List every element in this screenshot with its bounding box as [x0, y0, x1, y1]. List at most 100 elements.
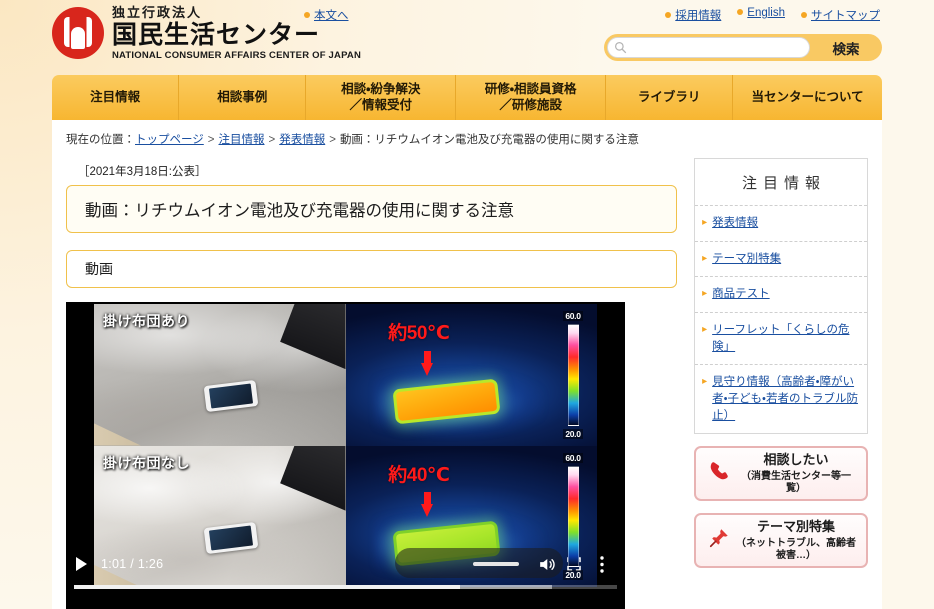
- sidebar-item-leaflet[interactable]: ▸ リーフレット「くらしの危険」: [695, 312, 867, 364]
- video-progress-bar[interactable]: [74, 585, 617, 589]
- nav-item-cases[interactable]: 相談事例: [179, 75, 307, 120]
- skip-to-content-link[interactable]: 本文へ: [304, 7, 349, 23]
- video-panel-caption-with-duvet: 掛け布団あり: [103, 313, 190, 329]
- breadcrumb-prefix: 現在の位置：: [66, 134, 135, 146]
- breadcrumb-item-announcements[interactable]: 発表情報: [279, 134, 325, 146]
- sidebar-item-announcements[interactable]: ▸ 発表情報: [695, 205, 867, 241]
- breadcrumb-item-top[interactable]: トップページ: [135, 134, 204, 146]
- video-time-display: 1:01 / 1:26: [101, 557, 164, 571]
- util-link-english[interactable]: English: [737, 7, 785, 23]
- thermal-scale-gradient: [567, 324, 579, 426]
- sidebar-item-product-tests-label[interactable]: 商品テスト: [712, 286, 770, 303]
- video-progress-played: [74, 585, 460, 589]
- nav-item-library[interactable]: ライブラリ: [606, 75, 734, 120]
- banner-themes-title: テーマ別特集: [757, 519, 836, 535]
- main-column: ［2021年3月18日:公表］ 動画：リチウムイオン電池及び充電器の使用に関する…: [66, 158, 678, 609]
- floor-area: [94, 423, 141, 446]
- chevron-right-icon: ▸: [702, 288, 708, 300]
- nav-item-about[interactable]: 当センターについて: [733, 75, 882, 120]
- thermal-temperature-label-50c: 約50℃: [388, 323, 450, 345]
- page-root: 独立行政法人 国民生活センター NATIONAL CONSUMER AFFAIR…: [0, 0, 934, 609]
- thermal-scale-max: 60.0: [563, 452, 583, 463]
- banner-themes-text: テーマ別特集 （ネットトラブル、高齢者被害…）: [734, 519, 858, 562]
- chevron-right-icon: ▸: [702, 376, 708, 388]
- nav-item-training[interactable]: 研修・相談員資格 ／研修施設: [456, 75, 606, 120]
- banner-themes-subtitle: （ネットトラブル、高齢者被害…）: [736, 537, 857, 562]
- page-title: 動画：リチウムイオン電池及び充電器の使用に関する注意: [66, 185, 678, 233]
- banner-consultation-subtitle: （消費生活センター等一覧）: [741, 470, 852, 495]
- breadcrumb-item-featured[interactable]: 注目情報: [219, 134, 265, 146]
- video-controls-row: 1:01 / 1:26: [66, 547, 625, 581]
- thermal-arrow-icon: [420, 492, 434, 518]
- banner-consultation-text: 相談したい （消費生活センター等一覧）: [734, 452, 858, 495]
- util-link-sitemap-label[interactable]: サイトマップ: [811, 10, 880, 22]
- video-panel-caption-without-duvet: 掛け布団なし: [103, 454, 190, 471]
- sidebar-title: 注目情報: [742, 175, 827, 192]
- nav-item-featured[interactable]: 注目情報: [52, 75, 180, 120]
- sidebar-item-announcements-label[interactable]: 発表情報: [712, 215, 758, 232]
- banner-consultation-title: 相談したい: [763, 452, 829, 468]
- search-input[interactable]: [627, 39, 809, 56]
- global-nav: 注目情報 相談事例 相談・紛争解決 ／情報受付 研修・相談員資格 ／研修施設 ラ…: [52, 75, 882, 120]
- phone-icon: [704, 460, 734, 487]
- phone-device: [203, 380, 259, 413]
- breadcrumb-separator: >: [329, 134, 336, 146]
- search-icon: [615, 42, 627, 54]
- breadcrumb-separator: >: [268, 134, 276, 146]
- breadcrumb-item-current: 動画：リチウムイオン電池及び充電器の使用に関する注意: [339, 134, 639, 146]
- sidebar-item-themes-label[interactable]: テーマ別特集: [712, 251, 781, 268]
- thermal-temperature-label-40c: 約40℃: [388, 464, 450, 486]
- video-stage: 掛け布団あり 約50℃ 60.0 20.0 掛け布団なし 約40℃ 60.0 2…: [94, 304, 597, 587]
- sidebar-item-themes[interactable]: ▸ テーマ別特集: [695, 240, 867, 277]
- thermal-scale-warm: 60.0 20.0: [556, 452, 590, 580]
- sidebar-item-product-tests[interactable]: ▸ 商品テスト: [695, 276, 867, 312]
- publication-date: ［2021年3月18日:公表］: [78, 166, 207, 178]
- volume-slider[interactable]: [473, 562, 519, 566]
- video-player[interactable]: 掛け布団あり 約50℃ 60.0 20.0 掛け布団なし 約40℃ 60.0 2…: [66, 302, 625, 609]
- breadcrumb: 現在の位置：トップページ > 注目情報 > 発表情報 > 動画：リチウムイオン電池及び充電器…: [66, 131, 868, 147]
- logo-title-en: NATIONAL CONSUMER AFFAIRS CENTER OF JAPA…: [112, 50, 362, 62]
- thermal-arrow-icon: [420, 350, 434, 376]
- section-heading-video: 動画: [66, 250, 678, 288]
- chevron-right-icon: ▸: [702, 324, 708, 336]
- content-layout: ［2021年3月18日:公表］ 動画：リチウムイオン電池及び充電器の使用に関する…: [66, 158, 868, 609]
- util-link-recruit-label[interactable]: 採用情報: [675, 10, 721, 22]
- search-input-wrapper[interactable]: [607, 37, 810, 58]
- sidebar-item-watch-info[interactable]: ▸ 見守り情報（高齢者・障がい者・子ども・若者のトラブル防止）: [695, 364, 867, 433]
- chevron-right-icon: ▸: [702, 252, 708, 264]
- thermal-scale-min: 20.0: [563, 570, 583, 580]
- sidebar-item-leaflet-label[interactable]: リーフレット「くらしの危険」: [712, 322, 858, 355]
- thermal-scale-gradient: [567, 465, 579, 567]
- logo-mark-icon: [52, 7, 104, 60]
- chevron-right-icon: ▸: [702, 217, 708, 228]
- breadcrumb-separator: >: [207, 134, 215, 146]
- kebab-menu-icon[interactable]: [589, 551, 615, 577]
- video-controls: 1:01 / 1:26: [66, 548, 625, 609]
- util-link-recruit[interactable]: 採用情報: [665, 7, 721, 23]
- video-panel-thermal-hot: 約50℃ 60.0 20.0: [345, 304, 597, 446]
- site-search: 検索: [604, 34, 882, 61]
- bullet-icon: [304, 12, 310, 18]
- skip-link-label[interactable]: 本文へ: [314, 10, 349, 22]
- sidebar: 注目情報 ▸ 発表情報 ▸ テーマ別特集 ▸ 商品テスト ▸ リーフレット「くら…: [694, 158, 868, 609]
- content-shell: 現在の位置：トップページ > 注目情報 > 発表情報 > 動画：リチウムイオン電池及び充電器…: [52, 120, 882, 609]
- banner-themes[interactable]: テーマ別特集 （ネットトラブル、高齢者被害…）: [694, 513, 868, 569]
- bullet-icon: [801, 12, 807, 18]
- logo-title-ja: 国民生活センター: [112, 21, 321, 49]
- banner-consultation[interactable]: 相談したい （消費生活センター等一覧）: [694, 446, 868, 502]
- search-button[interactable]: 検索: [810, 34, 882, 61]
- thermal-scale-max: 60.0: [563, 311, 583, 321]
- sidebar-panel-featured: 注目情報 ▸ 発表情報 ▸ テーマ別特集 ▸ 商品テスト ▸ リーフレット「くら…: [694, 158, 868, 435]
- site-header: 独立行政法人 国民生活センター NATIONAL CONSUMER AFFAIR…: [0, 0, 934, 75]
- util-link-sitemap[interactable]: サイトマップ: [801, 7, 880, 23]
- sidebar-item-watch-info-label[interactable]: 見守り情報（高齢者・障がい者・子ども・若者のトラブル防止）: [712, 374, 858, 424]
- video-panel-photo-with-duvet: 掛け布団あり: [94, 304, 346, 446]
- bullet-icon: [737, 9, 744, 15]
- utility-links: 採用情報 English サイトマップ: [665, 7, 880, 23]
- util-link-english-label[interactable]: English: [747, 7, 785, 19]
- play-icon[interactable]: [76, 557, 87, 571]
- nav-item-consultation[interactable]: 相談・紛争解決 ／情報受付: [306, 75, 457, 120]
- thermal-scale-min: 20.0: [563, 428, 583, 439]
- bullet-icon: [665, 12, 672, 18]
- thermal-scale-hot: 60.0 20.0: [556, 311, 590, 439]
